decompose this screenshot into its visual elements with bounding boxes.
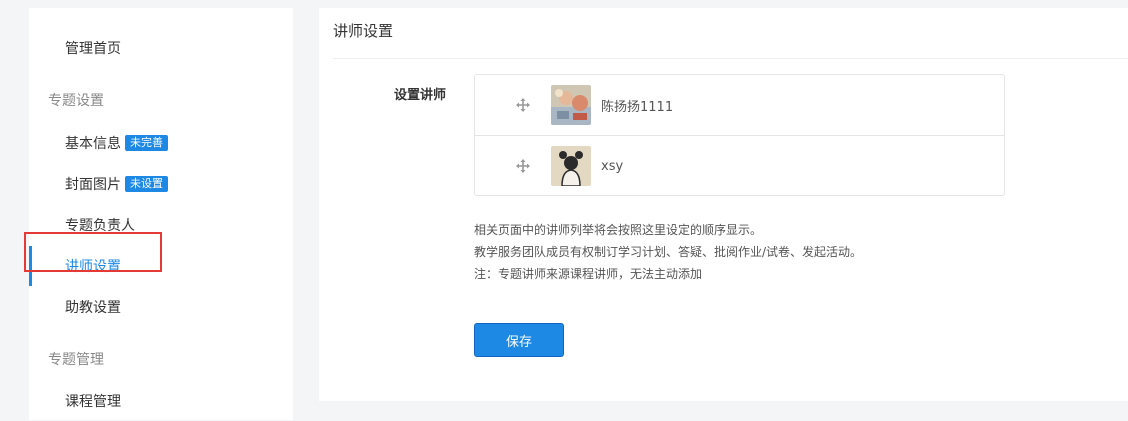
help-note-line: 注：专题讲师来源课程讲师，无法主动添加	[474, 267, 703, 281]
lecturer-name: 陈扬扬1111	[601, 99, 674, 115]
help-note-line: 相关页面中的讲师列举将会按照这里设定的顺序显示。	[474, 223, 763, 237]
sidebar-item-topic-owner[interactable]: 专题负责人	[29, 205, 293, 245]
page-title: 讲师设置	[333, 22, 394, 40]
sidebar-item-label: 基本信息	[65, 136, 121, 152]
lecturer-row[interactable]: xsy	[475, 135, 1004, 196]
main-panel: 讲师设置 设置讲师 陈扬扬1111 xsy 相关页面中的讲师列举将会按照这里设定…	[319, 8, 1128, 401]
sidebar-item-label: 管理首页	[65, 41, 121, 57]
lecturer-row[interactable]: 陈扬扬1111	[475, 75, 1004, 135]
status-badge: 未设置	[125, 176, 168, 192]
sidebar-group-label: 专题管理	[48, 352, 104, 368]
sidebar: 管理首页 专题设置 基本信息 未完善 封面图片 未设置 专题负责人 讲师设置 助…	[29, 8, 293, 420]
sidebar-group-label: 专题设置	[48, 93, 104, 109]
lecturer-list: 陈扬扬1111 xsy	[474, 74, 1005, 196]
sidebar-item-cover-image[interactable]: 封面图片 未设置	[29, 164, 293, 204]
sidebar-group-topic-management: 专题管理	[29, 339, 293, 379]
drag-handle-icon[interactable]	[516, 98, 530, 112]
photo-avatar	[551, 85, 591, 125]
sidebar-item-label: 讲师设置	[65, 259, 121, 275]
sidebar-group-topic-settings: 专题设置	[29, 80, 293, 120]
cartoon-avatar	[551, 146, 591, 186]
sidebar-item-label: 专题负责人	[65, 218, 135, 234]
sidebar-item-label: 封面图片	[65, 177, 121, 193]
lecturer-name: xsy	[601, 158, 624, 174]
sidebar-item-assistant-settings[interactable]: 助教设置	[29, 287, 293, 327]
drag-handle-icon[interactable]	[516, 159, 530, 173]
sidebar-item-label: 助教设置	[65, 300, 121, 316]
sidebar-item-course-management[interactable]: 课程管理	[29, 381, 293, 421]
help-notes: 相关页面中的讲师列举将会按照这里设定的顺序显示。 教学服务团队成员有权制订学习计…	[474, 219, 862, 285]
sidebar-item-basic-info[interactable]: 基本信息 未完善	[29, 123, 293, 163]
help-note-line: 教学服务团队成员有权制订学习计划、答疑、批阅作业/试卷、发起活动。	[474, 245, 863, 259]
set-lecturer-label: 设置讲师	[394, 88, 447, 103]
sidebar-item-lecturer-settings[interactable]: 讲师设置	[29, 246, 293, 286]
sidebar-item-dashboard[interactable]: 管理首页	[29, 28, 293, 68]
sidebar-item-label: 课程管理	[65, 394, 121, 410]
title-divider	[333, 58, 1128, 59]
status-badge: 未完善	[125, 135, 168, 151]
save-button[interactable]: 保存	[474, 323, 564, 357]
